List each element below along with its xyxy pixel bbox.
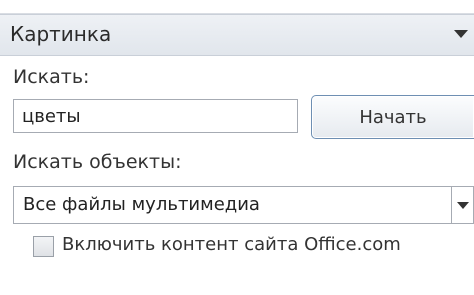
pane-title: Картинка [10, 22, 112, 46]
go-button[interactable]: Начать [311, 95, 474, 139]
chevron-down-icon [457, 202, 469, 209]
office-content-label[interactable]: Включить контент сайта Office.com [62, 234, 401, 255]
office-content-checkbox[interactable] [33, 236, 54, 257]
results-type-value: Все файлы мультимедиа [23, 194, 260, 215]
results-type-dropdown-button[interactable] [451, 187, 473, 223]
results-type-select[interactable]: Все файлы мультимедиа [13, 186, 474, 224]
pane-title-bar: Картинка [0, 14, 474, 56]
search-input[interactable] [13, 99, 298, 133]
search-label: Искать: [13, 66, 90, 88]
chevron-down-icon[interactable] [454, 30, 468, 38]
clip-art-pane: Картинка Искать: Начать Искать объекты: … [0, 0, 474, 295]
results-type-label: Искать объекты: [13, 151, 182, 173]
top-strip [0, 0, 474, 14]
